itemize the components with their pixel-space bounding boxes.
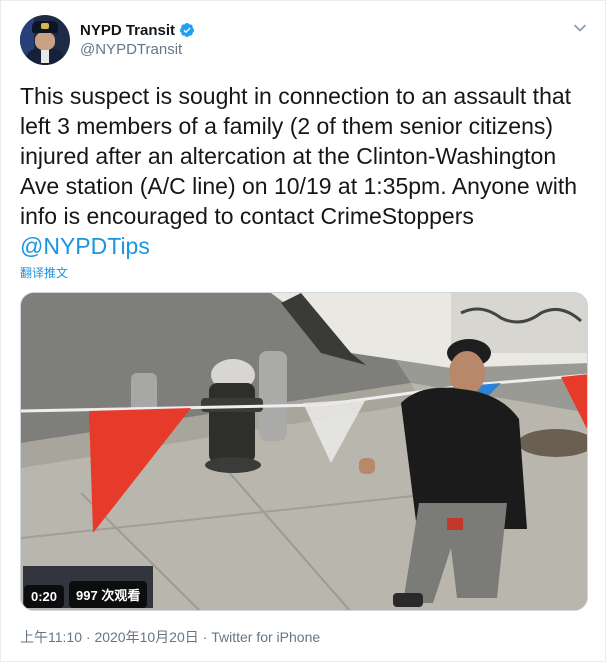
video-stats: 0:20 997 次观看 xyxy=(24,568,148,608)
video-player[interactable]: 0:20 997 次观看 xyxy=(20,292,588,611)
name-row: NYPD Transit xyxy=(80,20,195,40)
mention-link[interactable]: @NYPDTips xyxy=(20,233,150,259)
account-handle[interactable]: @NYPDTransit xyxy=(80,41,182,58)
avatar[interactable] xyxy=(20,15,70,65)
meta-separator: · xyxy=(82,629,95,645)
meta-separator-2: · xyxy=(198,629,212,645)
avatar-face xyxy=(35,32,55,50)
avatar-cap-badge xyxy=(41,23,49,29)
tweet-source[interactable]: Twitter for iPhone xyxy=(211,629,320,645)
view-count: 997 次观看 xyxy=(69,581,148,608)
video-frame xyxy=(21,293,587,610)
tweet-date[interactable]: 2020年10月20日 xyxy=(94,629,198,645)
verified-badge-icon xyxy=(180,23,195,37)
tweet-time[interactable]: 上午11:10 xyxy=(20,629,82,645)
display-name[interactable]: NYPD Transit xyxy=(80,22,175,39)
tweet-body: This suspect is sought in connection to … xyxy=(20,83,578,229)
tweet-text: This suspect is sought in connection to … xyxy=(20,81,595,261)
translate-link[interactable]: 翻译推文 xyxy=(20,264,68,281)
avatar-shirt xyxy=(41,49,49,63)
chevron-down-icon[interactable] xyxy=(573,21,587,35)
tweet-metadata: 上午11:10 · 2020年10月20日 · Twitter for iPho… xyxy=(20,627,320,647)
tweet-card: NYPD Transit @NYPDTransit This suspect i… xyxy=(0,0,606,662)
video-duration: 0:20 xyxy=(24,585,65,608)
